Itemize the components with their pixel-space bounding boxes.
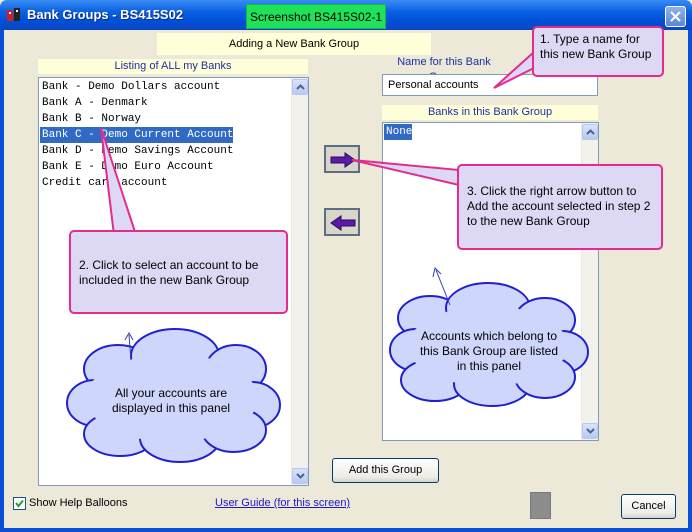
balloon-tail [351,159,460,187]
user-guide-link[interactable]: User Guide (for this screen) [215,497,350,509]
help-balloon-step2: 2. Click to select an account to be incl… [69,230,288,314]
help-balloon-step1: 1. Type a name for this new Bank Group [532,26,664,77]
checkmark-icon [15,499,24,508]
show-help-checkbox[interactable] [13,497,26,510]
help-cloud-left: All your accounts are displayed in this … [111,386,231,415]
add-group-button[interactable]: Add this Group [332,458,439,483]
balloon-tail [493,49,535,89]
cancel-button[interactable]: Cancel [621,494,676,519]
balloon-tail [100,127,138,236]
show-help-label[interactable]: Show Help Balloons [29,497,127,509]
status-indicator [530,492,551,519]
help-cloud-right: Accounts which belong to this Bank Group… [419,329,559,373]
help-balloon-step3: 3. Click the right arrow button to Add t… [457,164,663,250]
